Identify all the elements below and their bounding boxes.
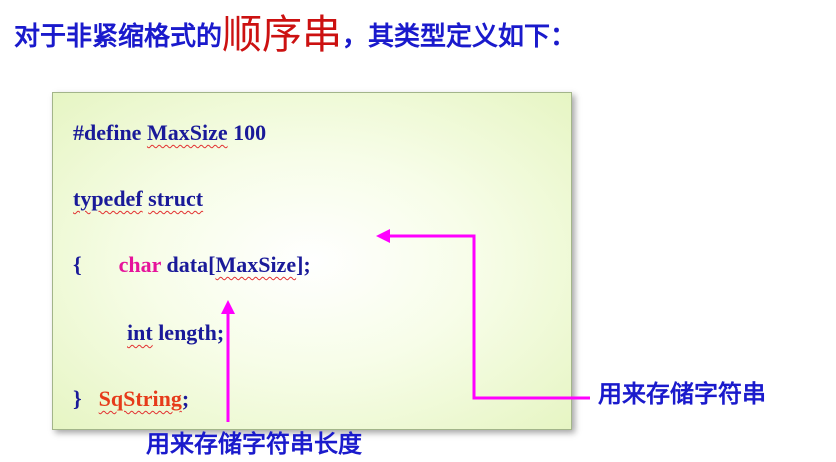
sqstring-name: SqString — [98, 386, 182, 411]
code-box: #define MaxSize 100 typedef struct { cha… — [52, 92, 572, 430]
define-value: 100 — [233, 120, 267, 145]
define-name: MaxSize — [146, 120, 228, 145]
close-semicolon: ; — [181, 386, 190, 411]
open-brace: { — [73, 252, 82, 277]
code-line-length: int length; — [127, 319, 224, 347]
data-size: MaxSize — [215, 252, 297, 277]
code-line-typedef: typedef struct — [73, 185, 203, 213]
title-suffix: ，其类型定义如下： — [342, 22, 577, 52]
char-keyword: char — [118, 252, 162, 277]
typedef-keyword: typedef — [73, 186, 143, 211]
slide-title: 对于非紧缩格式的顺序串，其类型定义如下： — [14, 10, 576, 60]
bracket-close: ]; — [296, 252, 311, 277]
annotation-string-storage: 用来存储字符串 — [598, 379, 766, 408]
define-directive: #define — [73, 120, 142, 145]
data-field: data — [166, 252, 209, 277]
close-brace: } — [73, 386, 82, 411]
annotation-length-storage: 用来存储字符串长度 — [146, 429, 362, 458]
title-prefix: 对于非紧缩格式的 — [14, 22, 223, 52]
struct-keyword: struct — [148, 186, 204, 211]
code-line-data: { char data[MaxSize]; — [73, 251, 311, 279]
code-line-define: #define MaxSize 100 — [73, 119, 266, 147]
length-field: length; — [158, 320, 225, 345]
code-line-close: } SqString; — [73, 385, 189, 413]
title-emphasis: 顺序串 — [222, 12, 343, 58]
int-keyword: int — [127, 320, 153, 345]
